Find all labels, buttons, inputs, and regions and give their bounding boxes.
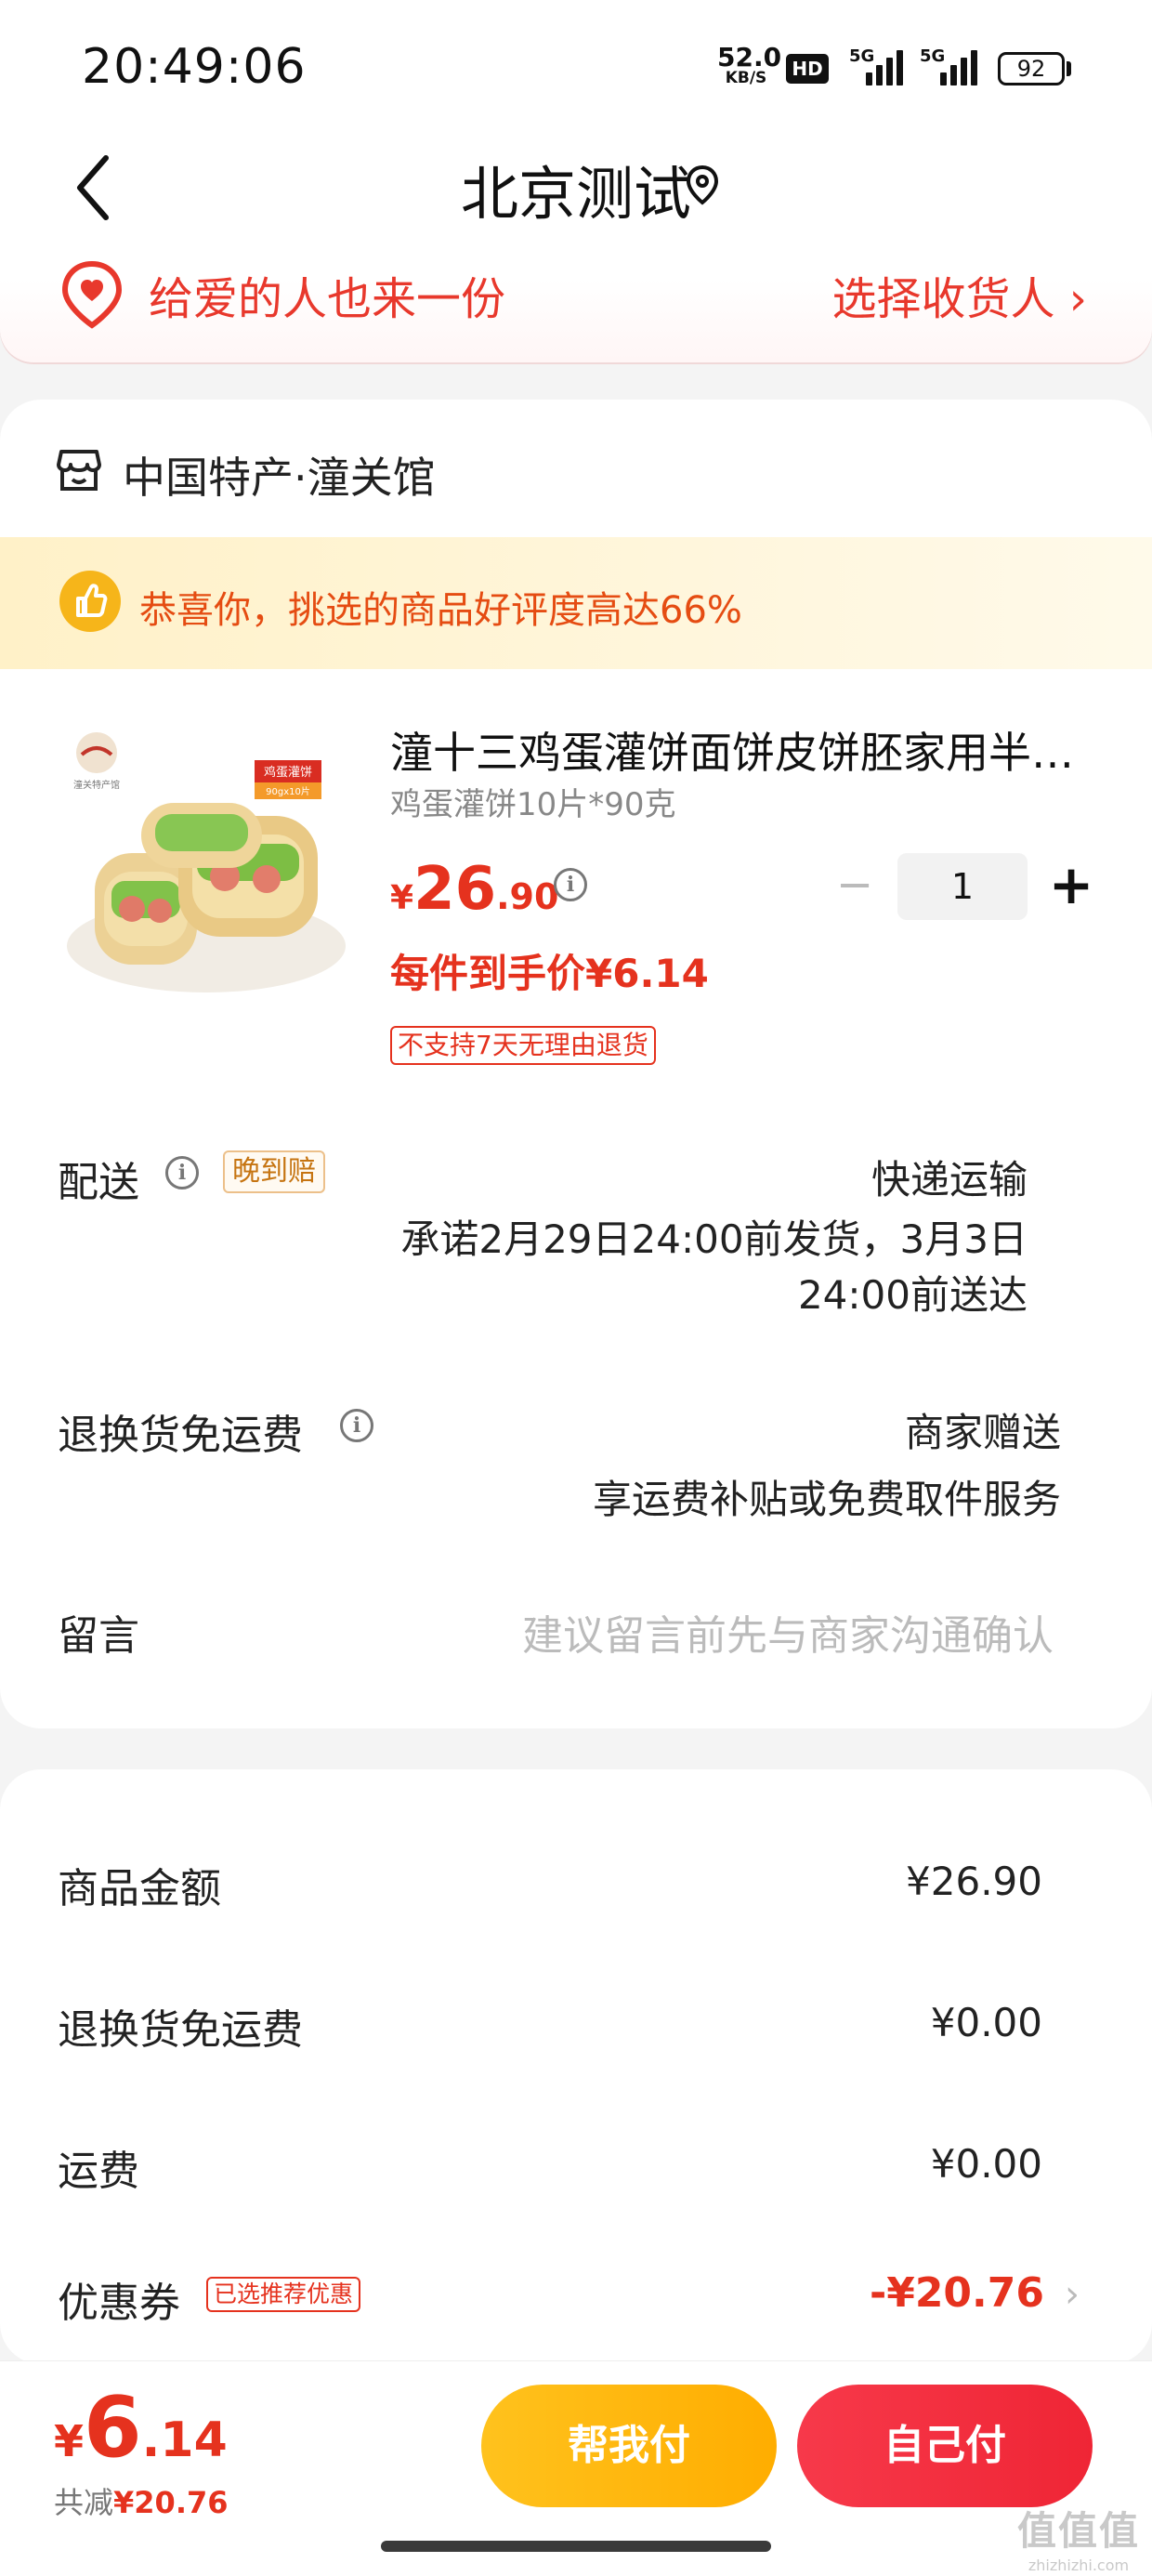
product-title[interactable]: 潼十三鸡蛋灌饼面饼皮饼胚家用半… (390, 719, 1096, 781)
praise-text: 恭喜你，挑选的商品好评度高达66% (139, 589, 742, 632)
goods-amount-label: 商品金额 (58, 1865, 221, 1912)
late-compensation-badge[interactable]: 晚到赔 (223, 1150, 325, 1193)
price-currency: ¥ (390, 879, 414, 917)
total-decimal: .14 (141, 2412, 228, 2468)
image-logo-text: 潼关特产馆 (73, 779, 120, 791)
gift-text: 给爱的人也来一份 (149, 273, 506, 325)
delivery-promise-line1: 承诺2月29日24:00前发货，3月3日 (400, 1216, 1028, 1262)
coupon-recommended-badge: 已选推荐优惠 (206, 2277, 361, 2312)
delivery-method[interactable]: 快递运输 (871, 1149, 1028, 1205)
no-return-badge: 不支持7天无理由退货 (390, 1026, 656, 1065)
shop-icon (56, 448, 102, 493)
network-speed: 52.0 KB/S (717, 45, 781, 88)
price-decimal: .90 (496, 876, 559, 917)
total-currency: ¥ (54, 2416, 85, 2466)
price-info-icon[interactable]: i (554, 868, 587, 901)
image-badge: 鸡蛋灌饼 (264, 765, 312, 780)
chevron-right-icon[interactable]: › (1065, 2273, 1080, 2316)
network-speed-unit: KB/S (725, 69, 767, 87)
total-integer: 6 (84, 2379, 142, 2477)
product-price: ¥26.90 (390, 855, 558, 924)
home-indicator[interactable] (381, 2541, 771, 2552)
location-heart-icon (59, 260, 124, 329)
return-fee-value: ¥0.00 (930, 2000, 1042, 2045)
quantity-decrease-button[interactable]: − (836, 862, 873, 907)
quantity-increase-button[interactable]: + (1048, 857, 1094, 913)
signal-icon-2: 5G (920, 46, 979, 85)
shop-name[interactable]: 中国特产·潼关馆 (123, 444, 436, 506)
saved-value: ¥20.76 (113, 2485, 229, 2520)
signal-label-2: 5G (920, 46, 946, 66)
return-shipping-value: 商家赠送 (904, 1410, 1061, 1455)
delivery-promise-line2: 24:00前送达 (797, 1272, 1028, 1318)
image-badge-sub: 90gx10片 (266, 785, 310, 797)
saved-amount: 共减¥20.76 (54, 2479, 229, 2522)
battery-tip (1067, 61, 1071, 76)
thumbs-up-icon (59, 571, 121, 632)
product-image[interactable]: 潼关特产馆 鸡蛋灌饼 90gx10片 (58, 714, 351, 1007)
price-integer: 26 (413, 855, 497, 924)
help-pay-button[interactable]: 帮我付 (481, 2385, 777, 2507)
status-time: 20:49:06 (82, 39, 307, 95)
signal-icon: 5G (849, 46, 905, 85)
location-pin-icon[interactable] (684, 164, 721, 206)
watermark-logo: 值值值 (1016, 2508, 1140, 2554)
coupon-label[interactable]: 优惠券 (58, 2269, 180, 2329)
watermark: 值值值 zhizhizhi.com (1009, 2500, 1148, 2574)
return-shipping-label: 退换货免运费 (58, 1412, 303, 1459)
coupon-value[interactable]: -¥20.76 (870, 2269, 1044, 2317)
product-spec[interactable]: 鸡蛋灌饼10片*90克 (390, 779, 676, 824)
goods-amount-value: ¥26.90 (906, 1859, 1042, 1904)
signal-label: 5G (849, 46, 875, 66)
freight-label: 运费 (58, 2148, 139, 2195)
message-label: 留言 (58, 1612, 139, 1660)
select-recipient-link[interactable]: 选择收货人 › (832, 262, 1087, 327)
quantity-field[interactable]: 1 (897, 853, 1028, 920)
unit-price: 每件到手价¥6.14 (390, 951, 709, 996)
delivery-info-icon[interactable]: i (165, 1156, 199, 1189)
watermark-url: zhizhizhi.com (1028, 2556, 1130, 2574)
freight-value: ¥0.00 (930, 2141, 1042, 2187)
hd-icon: HD (786, 54, 829, 84)
return-shipping-info-icon[interactable]: i (340, 1409, 373, 1442)
delivery-label: 配送 (58, 1159, 139, 1206)
saved-label: 共减 (54, 2485, 114, 2520)
battery-icon: 92 (998, 52, 1065, 85)
message-input[interactable]: 建议留言前先与商家沟通确认 (522, 1602, 1054, 1662)
return-fee-label: 退换货免运费 (58, 2006, 303, 2054)
self-pay-button[interactable]: 自己付 (797, 2385, 1093, 2507)
total-price: ¥6.14 (54, 2379, 228, 2477)
page-title: 北京测试 (460, 160, 691, 228)
return-shipping-sub: 享运费补贴或免费取件服务 (592, 1477, 1061, 1522)
